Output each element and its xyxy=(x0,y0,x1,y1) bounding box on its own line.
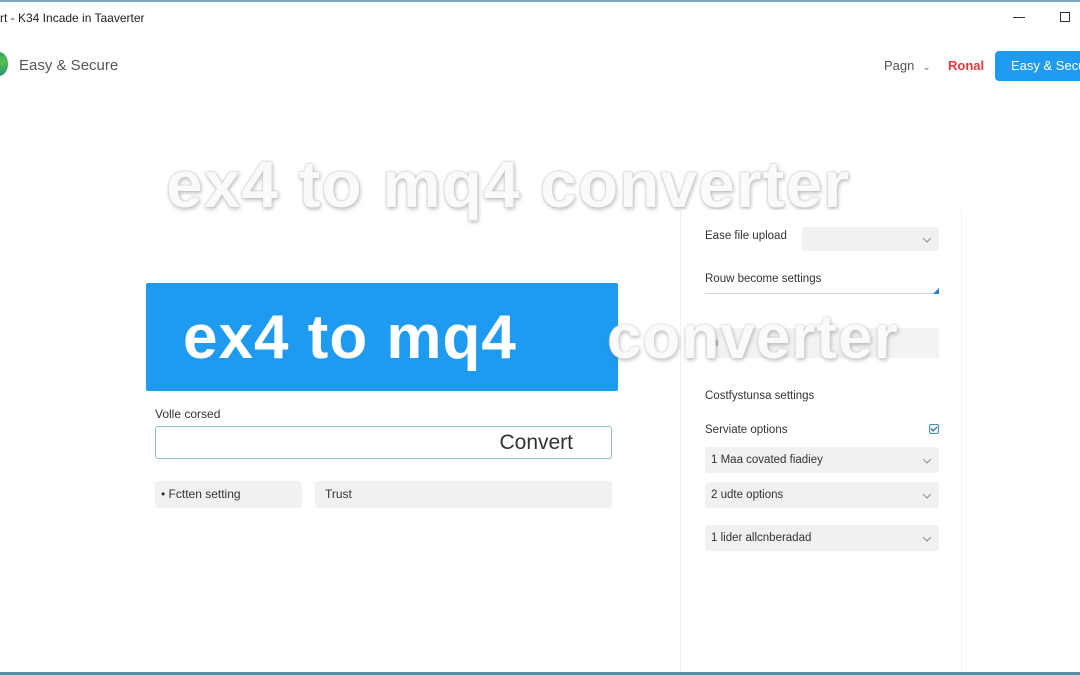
chevron-down-icon xyxy=(922,533,932,542)
dropdown-value: 2 udte options xyxy=(711,489,784,501)
dropdown-1[interactable]: 1 Maa covated fiadiey xyxy=(705,447,939,473)
checkbox-label: Serviate options xyxy=(705,424,788,436)
minimize-button[interactable] xyxy=(1008,6,1030,28)
minimize-icon xyxy=(1013,16,1025,18)
logo-icon xyxy=(0,52,8,76)
convert-button[interactable]: Convert xyxy=(499,431,573,455)
dropdown-value: 1 lider allcnberadad xyxy=(711,532,812,544)
option-label: Trust xyxy=(325,487,352,501)
app-header: Easy & Secure Pagn ⌄ Ronal Easy & Secure xyxy=(0,44,1080,88)
row-settings-label: Rouw become settings xyxy=(705,273,822,285)
file-upload-select[interactable] xyxy=(802,227,939,251)
maximize-button[interactable] xyxy=(1054,6,1076,28)
dropdown-value: 1 Maa covated fiadiey xyxy=(711,454,823,466)
section-label: Costfystunsa settings xyxy=(705,390,815,402)
brand-name: Easy & Secure xyxy=(19,57,119,74)
cta-button[interactable]: Easy & Secure xyxy=(995,51,1080,81)
banner-title: ex4 to mq4 xyxy=(183,303,517,372)
row-settings-input[interactable] xyxy=(705,293,939,294)
chevron-down-icon xyxy=(922,234,932,243)
nav-ronal-link[interactable]: Ronal xyxy=(948,58,984,73)
chevron-down-icon xyxy=(922,490,932,499)
chevron-down-icon xyxy=(922,455,932,464)
field-label: Volle corsed xyxy=(155,407,221,421)
maximize-icon xyxy=(1060,12,1070,22)
convert-input[interactable]: Convert xyxy=(155,426,612,459)
nav-pagn-label: Pagn xyxy=(884,58,915,73)
banner-title-overflow: converter xyxy=(607,303,899,372)
chevron-down-icon: ⌄ xyxy=(922,62,931,73)
nav-pagn-dropdown[interactable]: Pagn ⌄ xyxy=(884,58,931,73)
resize-handle-icon[interactable] xyxy=(933,288,939,294)
window-title: rt - K34 Incade in Taaverter xyxy=(0,11,145,25)
file-upload-label: Ease file upload xyxy=(705,230,787,242)
dropdown-3[interactable]: 1 lider allcnberadad xyxy=(705,525,939,551)
settings-panel: Ease file upload Rouw become settings Iv… xyxy=(680,210,962,675)
options-checkbox[interactable] xyxy=(929,424,939,434)
option-trust[interactable]: Trust xyxy=(315,481,612,508)
option-setting[interactable]: • Fctten setting xyxy=(155,481,302,508)
dropdown-2[interactable]: 2 udte options xyxy=(705,482,939,508)
title-bar: rt - K34 Incade in Taaverter xyxy=(0,2,1080,32)
option-label: • Fctten setting xyxy=(161,487,241,501)
